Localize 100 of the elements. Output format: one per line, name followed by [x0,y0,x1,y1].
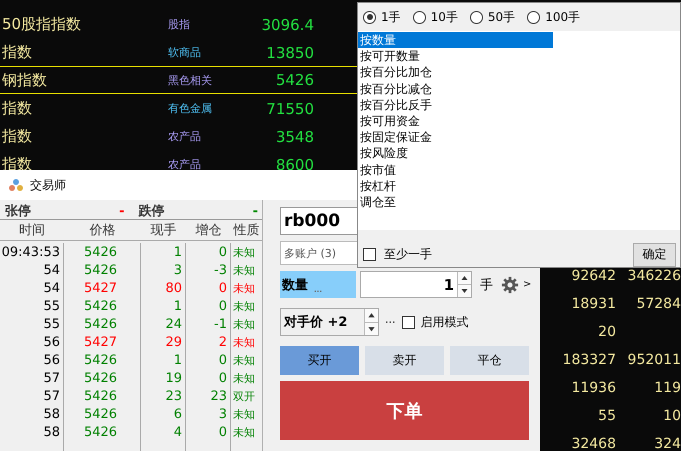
table-cell: 56 [0,351,64,369]
table-cell: 80 [141,279,186,297]
radio-button[interactable] [363,10,376,24]
price-value: 13850 [265,44,314,62]
column-header: 价格 [88,222,116,240]
expand-link[interactable]: > [523,279,532,290]
table-cell-text: 未知 [232,262,256,278]
table-cell: 55 [0,315,64,333]
open-interest-value: 119 [654,380,681,396]
table-cell: 0 [186,369,231,387]
column-header: 增仓 [194,222,222,240]
table-cell: 54 [0,261,64,279]
table-cell-text: 未知 [232,352,256,368]
method-list-item[interactable]: 按市值 [358,162,553,178]
instrument-name: 指数 [2,43,33,62]
volume-value: 32468 [570,436,616,451]
radio-label: 10手 [430,8,458,26]
table-cell-text: 双开 [232,388,256,404]
limit-down-value: - [252,204,258,218]
table-cell: -3 [186,261,231,279]
table-cell: 4 [141,423,186,441]
price-value: 71550 [265,100,314,118]
table-cell-text: 未知 [232,316,256,332]
at-least-one-checkbox[interactable] [363,248,376,261]
method-list-item[interactable]: 按百分比加仓 [358,64,553,81]
method-list-item[interactable]: 按固定保证金 [358,129,553,146]
open-interest-value: 346226 [628,268,681,284]
table-cell-text: 未知 [232,244,256,260]
table-cell: 5427 [64,333,141,351]
instrument-name: 50股指指数 [2,15,82,34]
category-label: 有色金属 [168,101,213,116]
table-cell-text: 未知 [232,406,256,422]
category-label: 软商品 [168,45,202,60]
table-cell: 19 [141,369,186,387]
category-label: 农产品 [168,157,202,172]
method-list-item[interactable]: 按可开数量 [358,48,553,64]
method-list-item[interactable]: 按数量 [358,32,553,48]
instrument-name: 指数 [2,99,33,118]
open-interest-value: 952011 [628,352,681,368]
method-list-item[interactable]: 按百分比减仓 [358,80,553,97]
method-list-item[interactable]: 按杠杆 [358,178,553,194]
side-button[interactable]: 卖开 [365,346,444,375]
limit-down-label: 跌停 [138,203,164,220]
side-button[interactable]: 平仓 [450,346,529,375]
enable-mode-label: 启用模式 [420,314,468,330]
table-cell: 54 [0,279,64,297]
table-cell: 5426 [64,243,141,261]
table-cell: 0 [186,351,231,369]
table-cell: 5426 [64,261,141,279]
radio-button[interactable] [470,10,483,24]
quantity-spin-field[interactable]: 1 [360,271,472,298]
confirm-button[interactable]: 确定 [633,242,676,266]
volume-value: 92642 [570,268,616,284]
table-cell: 5426 [64,369,141,387]
table-cell: 2 [186,333,231,351]
price-value: 3096.4 [260,16,314,34]
more-button[interactable]: ··· [385,316,396,328]
volume-value: 11936 [570,380,616,396]
table-cell-text: 未知 [232,298,256,314]
method-list-item[interactable]: 按风险度 [358,145,553,162]
category-label: 农产品 [168,129,202,144]
table-cell-text: 未知 [232,334,256,350]
radio-button[interactable] [412,10,426,24]
enable-mode-checkbox[interactable] [402,316,414,328]
table-cell: 56 [0,333,64,351]
method-list-item[interactable]: 按可用资金 [358,112,553,130]
table-cell: 58 [0,423,64,441]
table-cell: 1 [141,243,186,261]
volume-value: 20 [597,324,616,340]
table-cell: 5426 [64,387,141,405]
table-cell: 5426 [64,405,141,423]
column-header: 时间 [18,222,46,240]
radio-button[interactable] [527,10,540,24]
table-cell: 5426 [64,423,141,441]
price-value: 8600 [274,156,314,174]
window-title: 交易师 [30,176,66,194]
place-order-button[interactable]: 下单 [280,381,529,440]
column-header: 现手 [150,222,178,240]
radio-label: 50手 [488,8,516,26]
table-cell: 3 [186,405,231,423]
app-logo-icon [8,177,24,193]
table-cell: 5426 [64,351,141,369]
category-label: 股指 [168,17,191,32]
instrument-name: 指数 [2,127,33,146]
method-list-item[interactable]: 按百分比反手 [358,96,553,113]
table-cell: 1 [141,351,186,369]
table-cell: 0 [186,297,231,315]
table-cell: 6 [141,405,186,423]
table-cell: 5426 [64,315,141,333]
column-header: 性质 [232,222,260,240]
table-cell: 57 [0,387,64,405]
table-cell-text: 未知 [232,424,256,440]
table-cell: -1 [186,315,231,333]
instrument-name: 指数 [2,155,33,174]
volume-value: 183327 [562,352,616,368]
price-mode-spin-field[interactable]: 对手价 +2 [280,308,379,336]
table-cell: 57 [0,369,64,387]
price-value: 5426 [274,71,314,89]
side-button[interactable]: 买开 [280,346,359,375]
category-label: 黑色相关 [168,72,213,88]
